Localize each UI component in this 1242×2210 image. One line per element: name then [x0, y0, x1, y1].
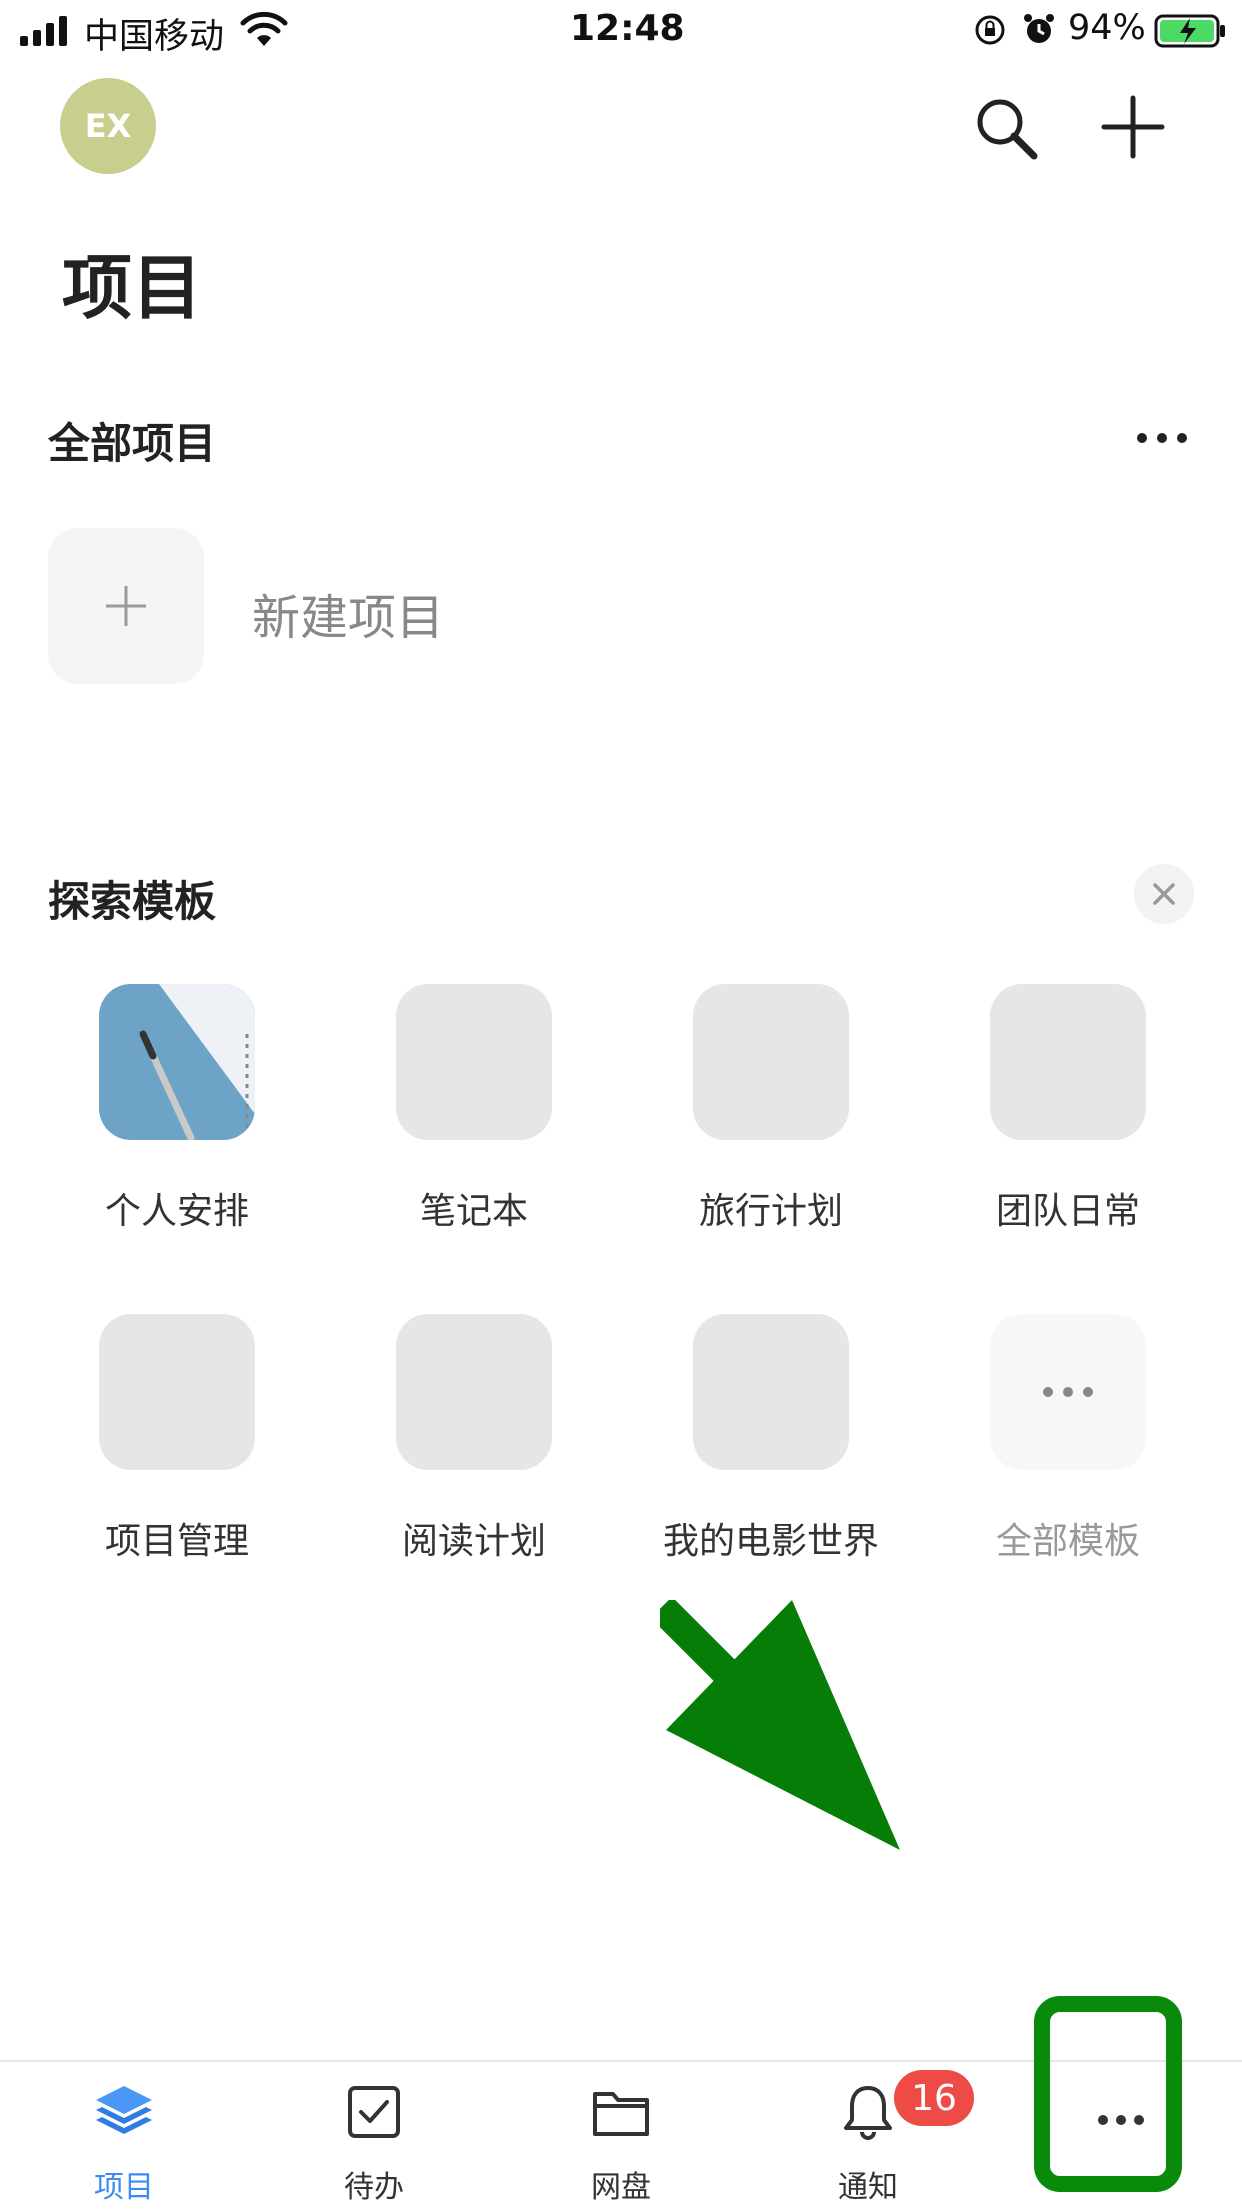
- template-label: 项目管理: [104, 1521, 249, 1562]
- new-project-button[interactable]: [48, 528, 204, 684]
- template-thumbnail: [693, 1314, 849, 1470]
- template-label: 笔记本: [419, 1191, 528, 1232]
- tab-label: 待办: [344, 2170, 404, 2205]
- more-options-icon[interactable]: [1134, 420, 1190, 456]
- template-thumbnail: [990, 984, 1146, 1140]
- templates-title: 探索模板: [48, 877, 217, 926]
- checkbox-icon: [348, 2086, 400, 2138]
- template-personal-schedule[interactable]: 个人安排: [57, 984, 297, 1234]
- template-label: 我的电影世界: [662, 1521, 879, 1562]
- ellipsis-icon: [1043, 1387, 1093, 1397]
- tab-todo[interactable]: 待办: [294, 2080, 454, 2206]
- close-templates-button[interactable]: [1134, 864, 1194, 924]
- annotation-arrow: [660, 1600, 900, 1850]
- all-templates-button[interactable]: 全部模板: [948, 1314, 1188, 1564]
- template-thumbnail: [99, 1314, 255, 1470]
- all-projects-title: 全部项目: [48, 419, 217, 468]
- folder-icon: [593, 2092, 649, 2136]
- tab-drive[interactable]: 网盘: [541, 2080, 701, 2206]
- template-label: 全部模板: [995, 1521, 1140, 1562]
- carrier-label: 中国移动: [84, 17, 225, 57]
- page-title: 项目: [62, 247, 202, 329]
- signal-icon: [20, 16, 67, 46]
- template-movie-world[interactable]: 我的电影世界: [651, 1314, 891, 1564]
- template-travel-plan[interactable]: 旅行计划: [651, 984, 891, 1234]
- tab-label: 项目: [94, 2170, 154, 2205]
- template-project-management[interactable]: 项目管理: [57, 1314, 297, 1564]
- clock-time: 12:48: [570, 8, 685, 49]
- template-thumbnail: [990, 1314, 1146, 1470]
- bell-icon: [844, 2086, 892, 2140]
- template-thumbnail: [396, 1314, 552, 1470]
- template-label: 阅读计划: [401, 1521, 546, 1562]
- search-icon[interactable]: [972, 94, 1042, 164]
- wifi-icon: [240, 12, 288, 46]
- alarm-icon: [1024, 14, 1054, 43]
- layers-icon: [96, 2086, 152, 2134]
- more-icon: [1098, 2115, 1144, 2125]
- template-thumbnail: [693, 984, 849, 1140]
- notification-badge: 16: [894, 2070, 974, 2126]
- template-label: 旅行计划: [698, 1191, 843, 1232]
- template-reading-plan[interactable]: 阅读计划: [354, 1314, 594, 1564]
- battery-percent: 94%: [1068, 8, 1146, 48]
- template-thumbnail: [99, 984, 255, 1140]
- tab-more-highlight[interactable]: [1034, 1996, 1182, 2192]
- close-icon: [1153, 883, 1175, 905]
- status-bar: 中国移动 12:48 94%: [0, 0, 1242, 62]
- template-thumbnail: [396, 984, 552, 1140]
- new-project-label[interactable]: 新建项目: [252, 578, 444, 648]
- plus-icon: [106, 586, 146, 626]
- template-notebook[interactable]: 笔记本: [354, 984, 594, 1234]
- tab-label: 通知: [838, 2170, 898, 2205]
- avatar-initials: EX: [84, 107, 132, 145]
- add-project-button[interactable]: [1098, 92, 1168, 162]
- battery-charging-icon: [1154, 14, 1225, 48]
- template-label: 团队日常: [995, 1191, 1140, 1232]
- template-team-daily[interactable]: 团队日常: [948, 984, 1188, 1234]
- tab-projects[interactable]: 项目: [44, 2080, 204, 2206]
- avatar[interactable]: EX: [60, 78, 156, 174]
- rotation-lock-icon: [975, 15, 1005, 45]
- tab-label: 网盘: [591, 2170, 651, 2205]
- template-label: 个人安排: [104, 1191, 249, 1232]
